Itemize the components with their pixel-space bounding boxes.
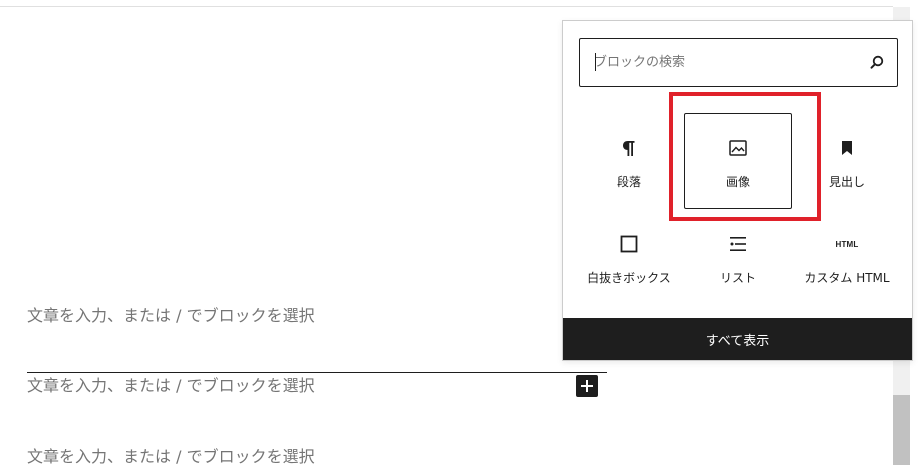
image-icon (726, 136, 750, 160)
block-label-custom-html: カスタム HTML (804, 271, 890, 285)
search-icon[interactable] (869, 54, 885, 70)
scrollbar-thumb[interactable] (893, 395, 910, 465)
active-block-underline (27, 372, 607, 373)
search-input[interactable] (594, 39, 854, 86)
block-label-list: リスト (719, 271, 756, 285)
search-field[interactable] (579, 38, 898, 87)
block-list[interactable]: リスト (684, 209, 792, 305)
editor-top-border (0, 6, 893, 7)
block-label-image: 画像 (725, 175, 750, 189)
heading-bookmark-icon (835, 136, 859, 160)
block-heading[interactable]: 見出し (793, 113, 901, 209)
html-icon: HTML (835, 232, 859, 256)
plus-icon (581, 380, 593, 392)
paragraph-placeholder-3[interactable]: 文章を入力、または / でブロックを選択 (27, 447, 315, 467)
show-all-button[interactable]: すべて表示 (563, 318, 912, 360)
text-caret (595, 53, 596, 71)
paragraph-placeholder-1[interactable]: 文章を入力、または / でブロックを選択 (27, 306, 315, 326)
square-outline-icon (617, 232, 641, 256)
add-block-button[interactable] (576, 375, 598, 397)
block-outline-box[interactable]: 白抜きボックス (575, 209, 683, 305)
block-label-paragraph: 段落 (616, 175, 641, 189)
paragraph-icon (617, 136, 641, 160)
block-label-outline-box: 白抜きボックス (587, 271, 671, 285)
html-icon-text: HTML (835, 239, 859, 249)
paragraph-placeholder-2[interactable]: 文章を入力、または / でブロックを選択 (27, 376, 315, 396)
block-inserter-popover: 段落 画像 見出し 白抜きボックス (562, 20, 913, 361)
block-paragraph[interactable]: 段落 (575, 113, 683, 209)
block-custom-html[interactable]: HTML カスタム HTML (793, 209, 901, 305)
list-icon (726, 232, 750, 256)
block-image[interactable]: 画像 (684, 113, 792, 209)
block-label-heading: 見出し (828, 175, 865, 189)
